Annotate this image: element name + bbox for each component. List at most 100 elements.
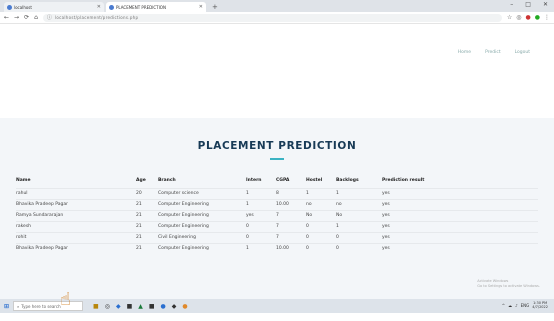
- site-header: Home Predict Logout: [0, 24, 554, 118]
- table-row: rakesh 21 Computer Engineering 0 7 0 1 yes: [16, 220, 538, 232]
- url-text: localhost/placement/predictions.php: [54, 15, 139, 20]
- table-cell: Computer Engineering: [158, 242, 246, 254]
- title-underline: [270, 158, 284, 160]
- taskbar-clock[interactable]: 1:30 PM 4/7/2022: [532, 301, 548, 309]
- table-cell: 0: [336, 231, 382, 243]
- table-cell: no: [306, 198, 336, 210]
- table-cell: 0: [306, 220, 336, 232]
- taskbar-app-icon[interactable]: ■: [127, 303, 133, 310]
- info-icon: ⓘ: [46, 15, 52, 21]
- url-input[interactable]: ⓘ localhost/placement/predictions.php: [42, 13, 502, 22]
- nav-link-predict[interactable]: Predict: [485, 50, 501, 55]
- taskbar-app-icon[interactable]: ◆: [172, 303, 177, 310]
- column-header: Prediction result: [382, 178, 425, 184]
- table-cell: 1: [336, 220, 382, 232]
- reload-icon[interactable]: ⟳: [24, 14, 29, 21]
- clock-date: 4/7/2022: [532, 305, 548, 309]
- table-cell: yes: [382, 187, 538, 199]
- table-cell: 0: [336, 242, 382, 254]
- taskbar-app-icon[interactable]: ▲: [138, 303, 143, 310]
- table-cell: Computer Engineering: [158, 209, 246, 221]
- taskbar-app-icon[interactable]: ●: [182, 303, 187, 310]
- table-cell: Bhavika Pradeep Pagar: [16, 198, 136, 210]
- back-icon[interactable]: ←: [4, 14, 9, 21]
- search-icon: ⌕: [17, 303, 20, 309]
- table-cell: rohit: [16, 231, 136, 243]
- extension-icon[interactable]: ◎: [516, 14, 521, 21]
- table-cell: 1: [246, 198, 276, 210]
- table-cell: yes: [382, 220, 538, 232]
- browser-tab-active[interactable]: PLACEMENT PREDICTION ✕: [106, 2, 206, 12]
- system-tray: ^ ☁ ♪ ENG 1:30 PM 4/7/2022: [502, 301, 548, 309]
- table-cell: 7: [276, 231, 306, 243]
- pointer-hand-icon: ☝: [60, 289, 71, 310]
- taskbar-app-icon[interactable]: ■: [93, 303, 99, 310]
- table-row: Bhavika Pradeep Pagar 21 Computer Engineer…: [16, 242, 538, 254]
- tab-close-icon[interactable]: ✕: [199, 4, 203, 10]
- column-header: Hostel: [306, 178, 323, 184]
- table-cell: no: [336, 198, 382, 210]
- taskbar-app-icon[interactable]: ◎: [105, 303, 110, 310]
- menu-icon[interactable]: ⋮: [544, 14, 550, 21]
- taskbar-app-icon[interactable]: ■: [149, 303, 155, 310]
- column-header: Name: [16, 178, 31, 184]
- column-header: CGPA: [276, 178, 290, 184]
- table-cell: 10.00: [276, 242, 306, 254]
- column-header: Age: [136, 178, 146, 184]
- bookmark-star-icon[interactable]: ☆: [507, 14, 512, 21]
- close-window-button[interactable]: ✕: [543, 1, 548, 8]
- table-cell: Civil Engineering: [158, 231, 246, 243]
- nav-link-home[interactable]: Home: [458, 50, 471, 55]
- tray-volume-icon[interactable]: ♪: [515, 303, 518, 308]
- start-icon[interactable]: ⊞: [4, 303, 9, 310]
- home-icon[interactable]: ⌂: [34, 14, 38, 21]
- column-header: Branch: [158, 178, 176, 184]
- table-cell: 21: [136, 209, 158, 221]
- tab-favicon-icon: [7, 4, 12, 10]
- column-header: Backlogs: [336, 178, 359, 184]
- extension-icon[interactable]: ●: [535, 14, 540, 21]
- table-cell: yes: [382, 209, 538, 221]
- window-controls: – □ ✕: [510, 1, 548, 8]
- table-cell: 21: [136, 198, 158, 210]
- table-cell: Ramya Sundararajan: [16, 209, 136, 221]
- table-cell: Computer Engineering: [158, 198, 246, 210]
- table-cell: 0: [306, 242, 336, 254]
- maximize-button[interactable]: □: [525, 1, 531, 8]
- tray-network-icon[interactable]: ☁: [508, 303, 512, 308]
- table-row: Ramya Sundararajan 21 Computer Engineering…: [16, 209, 538, 221]
- new-tab-button[interactable]: +: [208, 2, 222, 12]
- table-cell: 1: [246, 242, 276, 254]
- main-content: PLACEMENT PREDICTION Name Age Branch Int…: [0, 118, 554, 299]
- browser-tabbar: localhost ✕ PLACEMENT PREDICTION ✕ + – □…: [0, 0, 554, 12]
- table-header-row: Name Age Branch Intern CGPA Hostel Backl…: [16, 174, 538, 188]
- tray-language[interactable]: ENG: [521, 303, 530, 308]
- forward-icon[interactable]: →: [14, 14, 19, 21]
- column-header: Intern: [246, 178, 262, 184]
- taskbar-app-icon[interactable]: ●: [161, 303, 166, 310]
- watermark-line: Go to Settings to activate Windows.: [477, 284, 540, 288]
- page-title: PLACEMENT PREDICTION: [197, 140, 357, 152]
- minimize-button[interactable]: –: [510, 1, 513, 8]
- nav-link-logout[interactable]: Logout: [515, 50, 530, 55]
- table-cell: rakesh: [16, 220, 136, 232]
- table-cell: 7: [276, 209, 306, 221]
- table-cell: 0: [306, 231, 336, 243]
- table-row: Bhavika Pradeep Pagar 21 Computer Engineer…: [16, 198, 538, 210]
- table-cell: 21: [136, 242, 158, 254]
- table-cell: yes: [382, 198, 538, 210]
- site-nav: Home Predict Logout: [458, 50, 530, 55]
- table-cell: 8: [276, 187, 306, 199]
- taskbar-app-icon[interactable]: ◆: [116, 303, 121, 310]
- table-row: rohit 21 Civil Engineering 0 7 0 0 yes: [16, 231, 538, 243]
- browser-tab[interactable]: localhost ✕: [4, 2, 104, 12]
- table-cell: 1: [306, 187, 336, 199]
- table-cell: 21: [136, 231, 158, 243]
- table-cell: 20: [136, 187, 158, 199]
- tray-chevron-icon[interactable]: ^: [502, 303, 505, 308]
- extension-icon[interactable]: ●: [526, 14, 531, 21]
- tab-close-icon[interactable]: ✕: [97, 4, 101, 10]
- tab-favicon-icon: [109, 4, 114, 10]
- table-cell: 1: [246, 187, 276, 199]
- table-cell: Computer science: [158, 187, 246, 199]
